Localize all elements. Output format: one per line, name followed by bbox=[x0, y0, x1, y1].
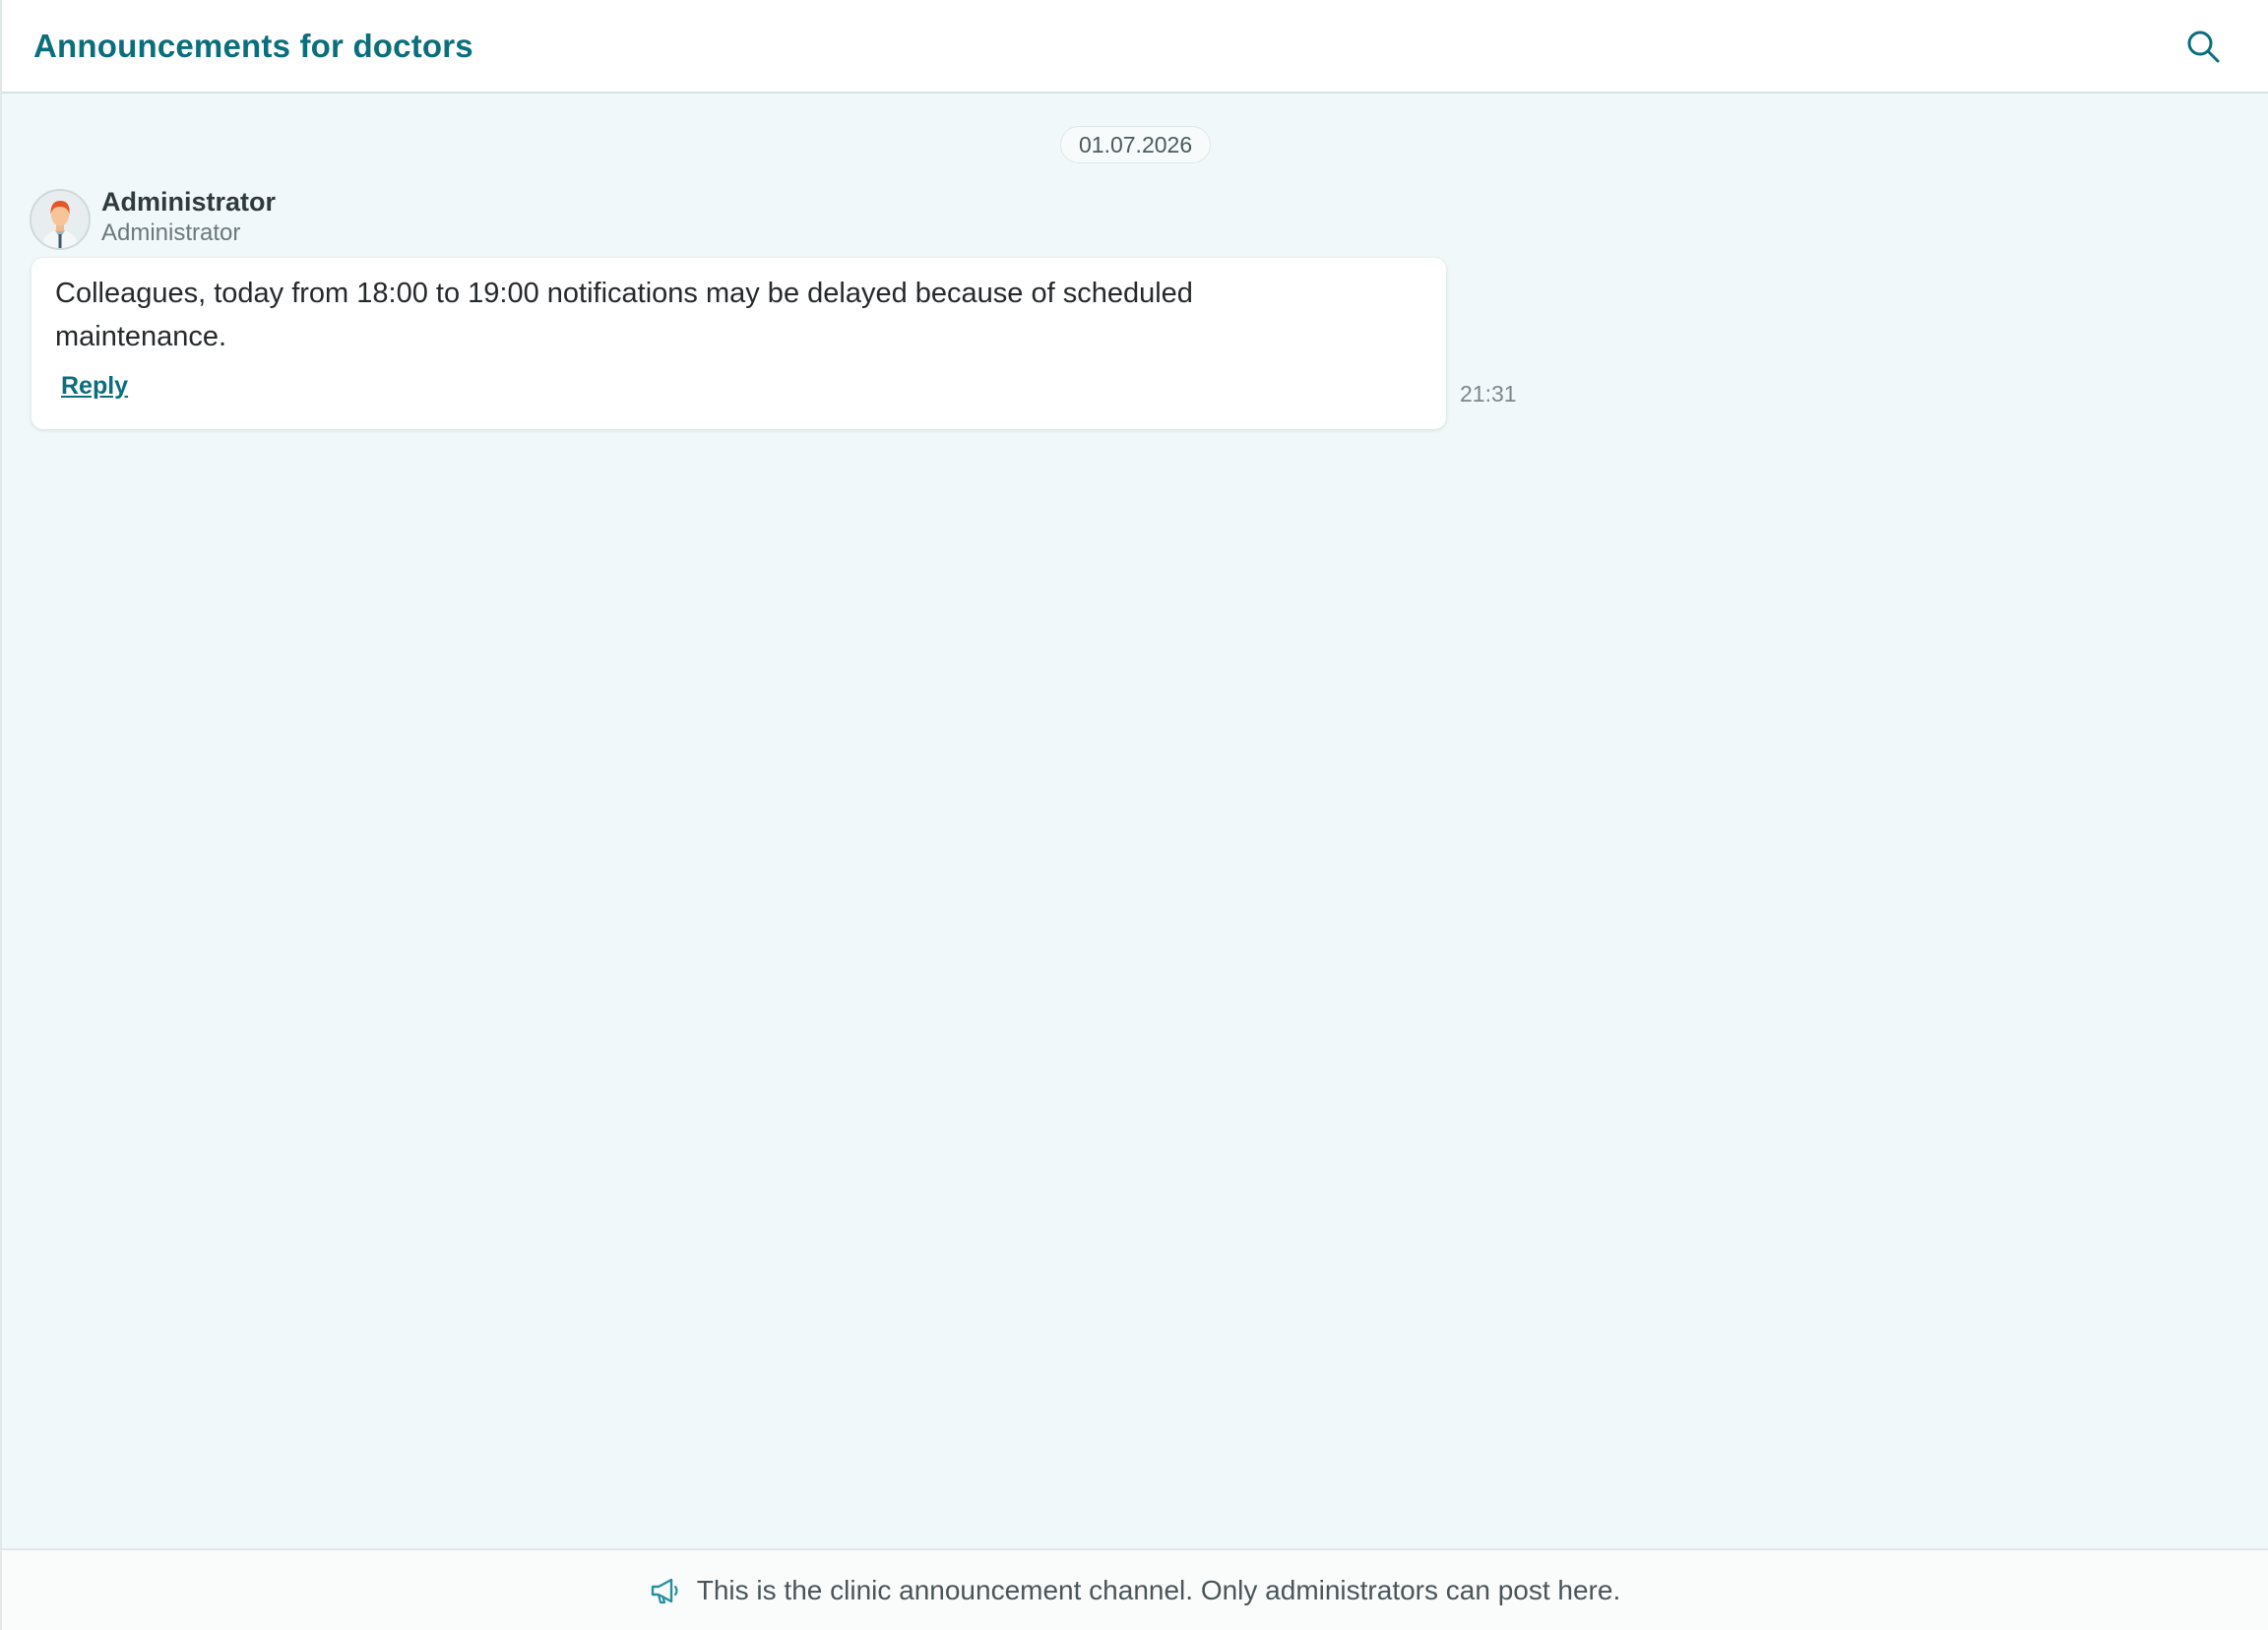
sender-role: Administrator bbox=[101, 219, 241, 246]
channel-title: Announcements for doctors bbox=[33, 27, 473, 64]
megaphone-icon bbox=[650, 1574, 683, 1607]
message-text: Colleagues, today from 18:00 to 19:00 no… bbox=[55, 278, 1193, 352]
app-window: Announcements for doctors 01.07.2026 Adm… bbox=[0, 0, 2268, 1630]
channel-header: Announcements for doctors bbox=[2, 0, 2268, 94]
message-bubble[interactable]: Colleagues, today from 18:00 to 19:00 no… bbox=[32, 258, 1446, 429]
search-button[interactable] bbox=[2179, 23, 2227, 70]
channel-notice-bar: This is the clinic announcement channel.… bbox=[2, 1548, 2268, 1630]
person-avatar-icon bbox=[32, 191, 89, 248]
search-icon bbox=[2187, 31, 2220, 62]
message-list[interactable]: 01.07.2026 Administrator Administrator C… bbox=[2, 94, 2268, 1548]
sender-name[interactable]: Administrator bbox=[101, 187, 276, 218]
sender-avatar[interactable] bbox=[30, 189, 91, 250]
message-time: 21:31 bbox=[1460, 381, 1517, 407]
date-separator: 01.07.2026 bbox=[1060, 126, 1212, 163]
reply-link[interactable]: Reply bbox=[61, 372, 128, 401]
channel-notice-text: This is the clinic announcement channel.… bbox=[696, 1574, 1621, 1605]
